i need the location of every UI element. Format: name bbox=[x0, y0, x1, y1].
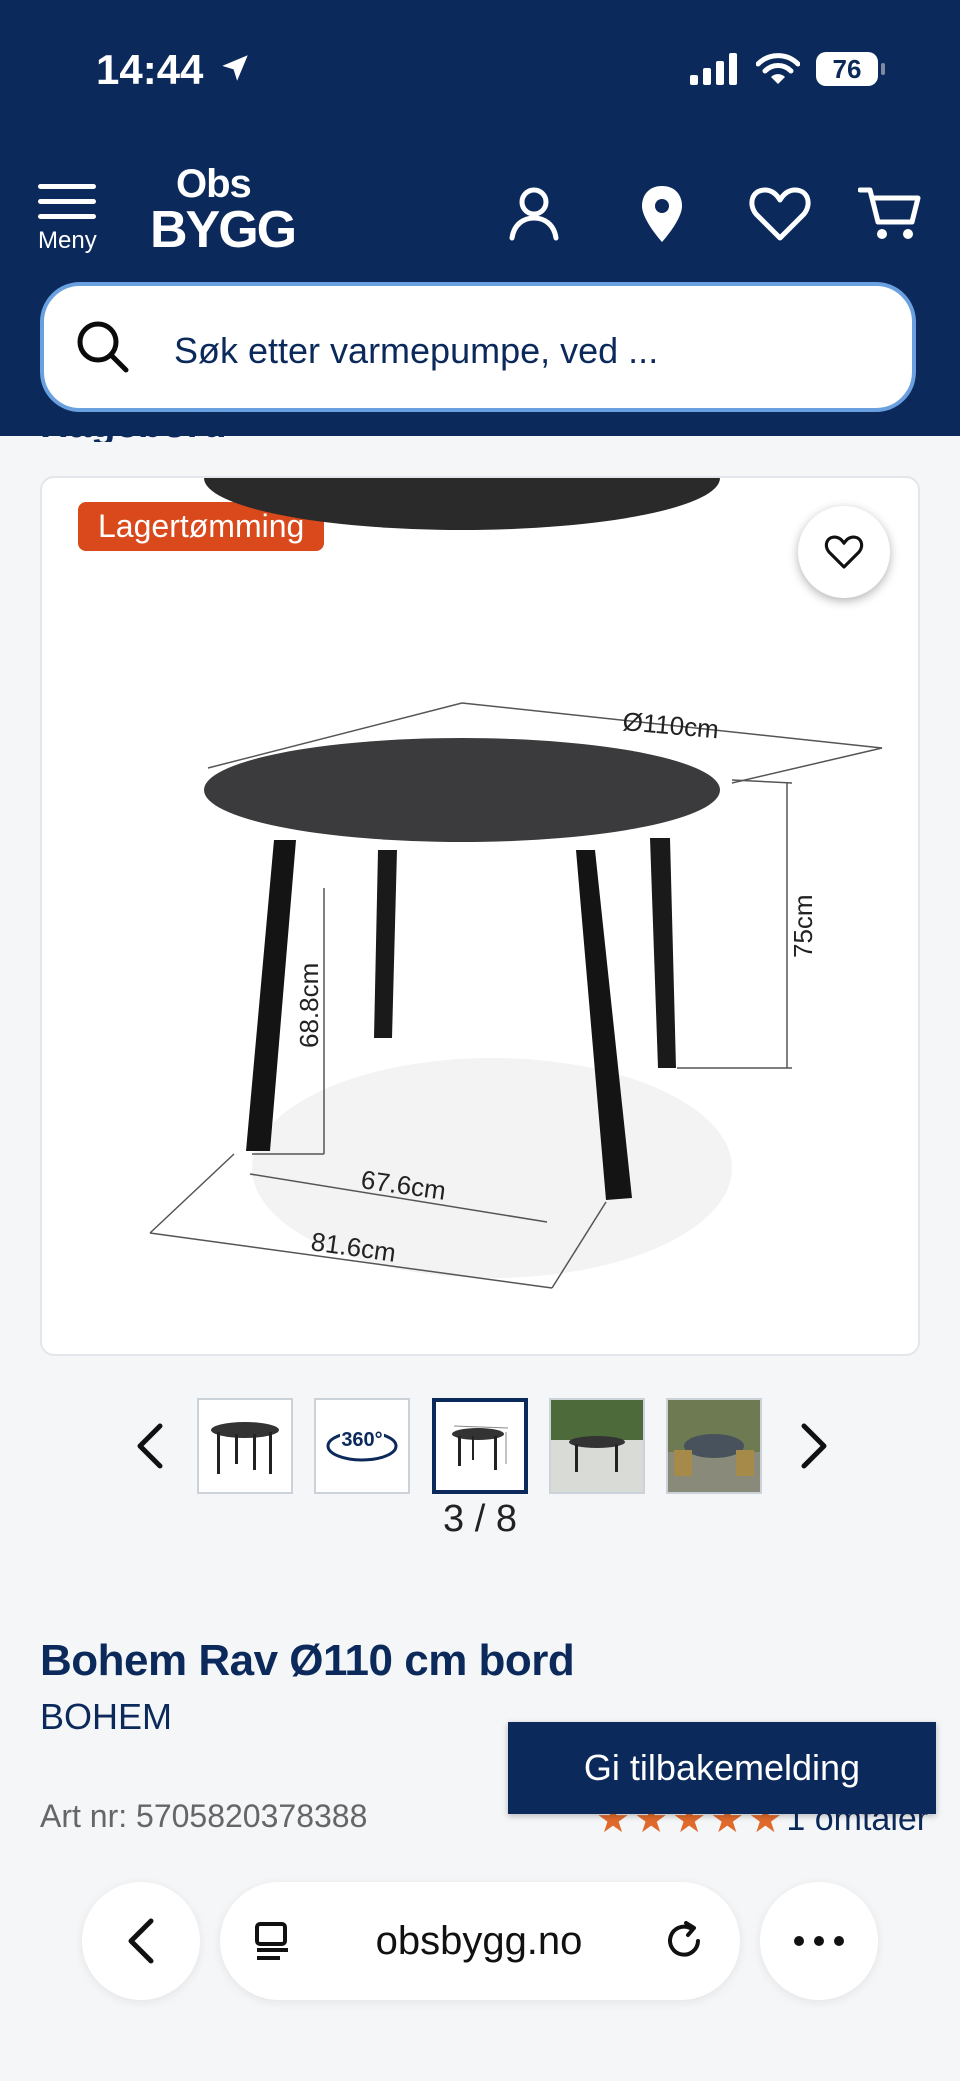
rotate-360-label: 360° bbox=[341, 1429, 382, 1451]
breadcrumb-category[interactable]: Hagebord bbox=[40, 412, 227, 442]
search-icon bbox=[77, 321, 129, 373]
table-thumb-icon bbox=[211, 1422, 279, 1474]
gallery-next-arrow-icon[interactable] bbox=[794, 1418, 834, 1474]
reader-mode-icon[interactable] bbox=[254, 1920, 296, 1962]
signal-icon bbox=[690, 53, 737, 85]
hamburger-icon bbox=[38, 184, 96, 219]
table-dimensions-thumb-icon bbox=[452, 1425, 509, 1470]
gallery-thumb-5[interactable] bbox=[666, 1398, 762, 1494]
gallery-thumb-360[interactable]: 360° bbox=[314, 1398, 410, 1494]
gallery-thumb-4[interactable] bbox=[549, 1398, 645, 1494]
location-arrow-icon bbox=[222, 55, 248, 81]
table-dimension-drawing: Ø110cm 75cm 68.8cm 67.6cm 81.6cm bbox=[149, 478, 883, 1289]
browser-toolbar: obsbygg.no bbox=[0, 1860, 960, 2081]
search-bar[interactable]: Søk etter varmepumpe, ved ... bbox=[40, 282, 916, 412]
more-dots-icon bbox=[794, 1936, 844, 1946]
gallery-thumb-3-active[interactable] bbox=[432, 1398, 528, 1494]
cart-icon[interactable] bbox=[858, 182, 922, 246]
dim-diameter: Ø110cm bbox=[621, 706, 720, 744]
image-gallery-strip: 360° bbox=[0, 1398, 960, 1498]
gallery-thumb-1[interactable] bbox=[197, 1398, 293, 1494]
status-indicators: 76 bbox=[690, 52, 885, 86]
browser-more-button[interactable] bbox=[760, 1882, 878, 2000]
garden-table-photo-icon bbox=[551, 1400, 643, 1492]
product-brand-link[interactable]: BOHEM bbox=[40, 1696, 172, 1738]
browser-back-button[interactable] bbox=[82, 1882, 200, 2000]
account-icon[interactable] bbox=[502, 182, 566, 246]
obs-bygg-logo[interactable]: Obs BYGG bbox=[150, 164, 297, 256]
menu-label: Meny bbox=[38, 227, 97, 254]
menu-button[interactable]: Meny bbox=[38, 184, 97, 255]
wishlist-heart-icon[interactable] bbox=[748, 182, 812, 246]
gallery-prev-arrow-icon[interactable] bbox=[130, 1418, 170, 1474]
feedback-button[interactable]: Gi tilbakemelding bbox=[508, 1722, 936, 1814]
site-header: 14:44 76 Meny Obs BYGG Søk etter varmepu… bbox=[0, 0, 960, 436]
browser-url-text: obsbygg.no bbox=[375, 1918, 583, 1963]
article-number: Art nr: 5705820378388 bbox=[40, 1798, 368, 1834]
dim-leg-height: 68.8cm bbox=[294, 963, 324, 1048]
product-image-card[interactable]: Lagertømming Ø110cm 75cm 68.8cm 67.6cm 8… bbox=[40, 476, 920, 1356]
store-location-icon[interactable] bbox=[630, 182, 694, 246]
browser-url-bar[interactable]: obsbygg.no bbox=[220, 1882, 740, 2000]
chevron-left-icon bbox=[128, 1918, 154, 1964]
gallery-counter: 3 / 8 bbox=[443, 1498, 517, 1540]
reload-icon[interactable] bbox=[662, 1919, 706, 1963]
wifi-icon bbox=[756, 53, 800, 84]
battery-indicator: 76 bbox=[816, 52, 885, 86]
search-input[interactable]: Søk etter varmepumpe, ved ... bbox=[174, 330, 658, 372]
product-title: Bohem Rav Ø110 cm bord bbox=[40, 1636, 575, 1685]
dim-height: 75cm bbox=[788, 894, 818, 958]
rotate-360-icon: 360° bbox=[326, 1429, 398, 1462]
status-time: 14:44 bbox=[96, 46, 204, 93]
patio-set-photo-icon bbox=[668, 1400, 760, 1492]
